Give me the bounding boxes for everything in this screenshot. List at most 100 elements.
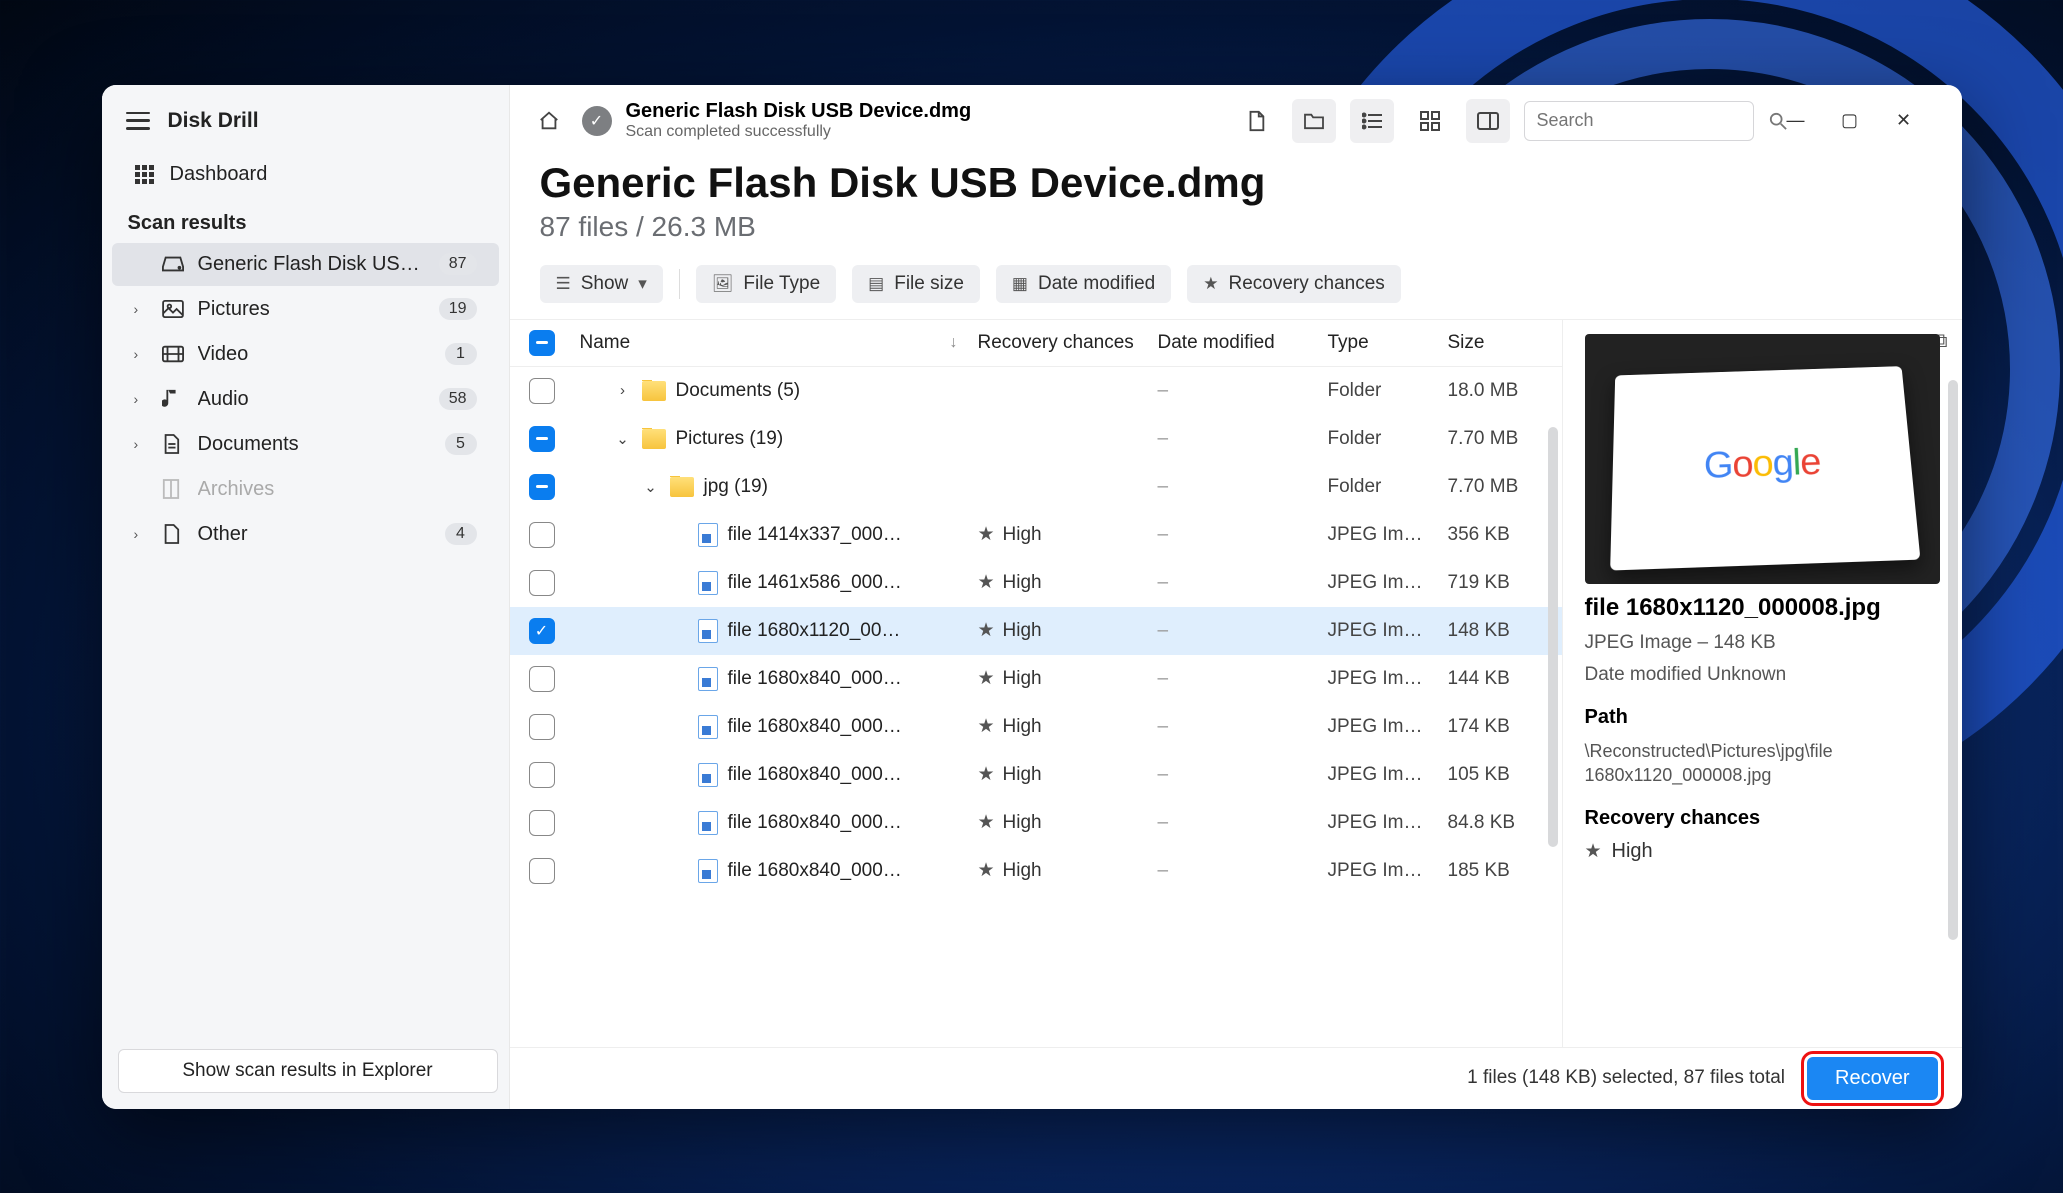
- expand-icon[interactable]: ⌄: [642, 478, 660, 496]
- sidebar-item-generic-flash-disk-usb-d-[interactable]: Generic Flash Disk USB D…87: [112, 243, 499, 286]
- file-name: file 1680x1120_00…: [728, 620, 901, 642]
- video-icon: [162, 345, 184, 363]
- star-icon: ★: [1585, 840, 1602, 863]
- table-row[interactable]: ›Documents (5)–Folder18.0 MB: [510, 367, 1562, 415]
- table-row[interactable]: file 1680x1120_00…★High–JPEG Im…148 KB: [510, 607, 1562, 655]
- topbar-title: Generic Flash Disk USB Device.dmg: [626, 100, 972, 123]
- table-scrollbar[interactable]: [1548, 427, 1558, 847]
- file-type: JPEG Im…: [1318, 860, 1438, 882]
- recovery-chance: High: [1003, 764, 1042, 786]
- row-checkbox[interactable]: [529, 762, 555, 788]
- chip-label: Date modified: [1038, 273, 1155, 295]
- minimize-icon[interactable]: —: [1786, 110, 1806, 131]
- star-icon: ★: [978, 763, 995, 786]
- sidebar-item-other[interactable]: ›Other4: [112, 513, 499, 556]
- file-size: 84.8 KB: [1438, 812, 1558, 834]
- app-title: Disk Drill: [168, 109, 259, 133]
- menu-icon[interactable]: [126, 112, 150, 130]
- sidebar-item-documents[interactable]: ›Documents5: [112, 423, 499, 466]
- table-row[interactable]: file 1461x586_000…★High–JPEG Im…719 KB: [510, 559, 1562, 607]
- folder-icon: [642, 381, 666, 401]
- count-badge: 5: [445, 433, 477, 455]
- recovery-chance: High: [1003, 668, 1042, 690]
- filter-chip-recovery-chances[interactable]: ★Recovery chances: [1187, 265, 1401, 303]
- row-checkbox[interactable]: [529, 618, 555, 644]
- panel-toggle-icon[interactable]: [1466, 99, 1510, 143]
- selection-status: 1 files (148 KB) selected, 87 files tota…: [1467, 1067, 1785, 1089]
- table-row[interactable]: file 1680x840_000…★High–JPEG Im…84.8 KB: [510, 799, 1562, 847]
- col-recovery-chances[interactable]: Recovery chances: [968, 332, 1148, 354]
- row-checkbox[interactable]: [529, 378, 555, 404]
- sidebar-item-audio[interactable]: ›Audio58: [112, 378, 499, 421]
- row-checkbox[interactable]: [529, 570, 555, 596]
- preview-scrollbar[interactable]: [1948, 380, 1958, 940]
- col-size[interactable]: Size: [1438, 332, 1558, 354]
- sidebar-item-label: Archives: [198, 478, 477, 501]
- grid-view-icon[interactable]: [1408, 99, 1452, 143]
- recover-button[interactable]: Recover: [1807, 1057, 1937, 1100]
- preview-rc-value: High: [1612, 840, 1653, 863]
- preview-filename: file 1680x1120_000008.jpg: [1585, 594, 1940, 622]
- table-row[interactable]: file 1680x840_000…★High–JPEG Im…174 KB: [510, 703, 1562, 751]
- star-icon: ★: [978, 715, 995, 738]
- row-checkbox[interactable]: [529, 858, 555, 884]
- row-checkbox[interactable]: [529, 474, 555, 500]
- select-all-checkbox[interactable]: [529, 330, 555, 356]
- show-in-explorer-button[interactable]: Show scan results in Explorer: [118, 1049, 498, 1093]
- table-row[interactable]: file 1414x337_000…★High–JPEG Im…356 KB: [510, 511, 1562, 559]
- file-type: JPEG Im…: [1318, 620, 1438, 642]
- table-row[interactable]: file 1680x840_000…★High–JPEG Im…185 KB: [510, 847, 1562, 895]
- folder-icon[interactable]: [1292, 99, 1336, 143]
- topbar-subtitle: Scan completed successfully: [626, 123, 972, 141]
- search-input[interactable]: [1537, 110, 1769, 131]
- date-modified: –: [1148, 428, 1318, 450]
- list-view-icon[interactable]: [1350, 99, 1394, 143]
- show-chip[interactable]: ☰ Show ▾: [540, 265, 663, 303]
- date-modified: –: [1148, 812, 1318, 834]
- folder-icon: [642, 429, 666, 449]
- sidebar-dashboard[interactable]: Dashboard: [112, 153, 499, 196]
- home-icon[interactable]: [530, 102, 568, 140]
- file-icon: [698, 523, 718, 547]
- preview-panel: ⧉ Google file 1680x1120_000008.jpg JPEG …: [1562, 320, 1962, 1047]
- chevron-right-icon: ›: [134, 301, 148, 317]
- file-size: 148 KB: [1438, 620, 1558, 642]
- col-type[interactable]: Type: [1318, 332, 1438, 354]
- table-row[interactable]: ⌄jpg (19)–Folder7.70 MB: [510, 463, 1562, 511]
- filter-chip-date-modified[interactable]: ▦Date modified: [996, 265, 1171, 303]
- file-type: JPEG Im…: [1318, 764, 1438, 786]
- expand-icon[interactable]: ›: [614, 382, 632, 399]
- file-name: file 1680x840_000…: [728, 716, 902, 738]
- table-row[interactable]: ⌄Pictures (19)–Folder7.70 MB: [510, 415, 1562, 463]
- date-modified: –: [1148, 668, 1318, 690]
- row-checkbox[interactable]: [529, 522, 555, 548]
- filter-chip-file-type[interactable]: 🖼File Type: [696, 265, 836, 303]
- image-icon: 🖼: [712, 274, 734, 294]
- file-icon[interactable]: [1234, 99, 1278, 143]
- col-date-modified[interactable]: Date modified: [1148, 332, 1318, 354]
- filter-chip-file-size[interactable]: ▤File size: [852, 265, 980, 303]
- col-name[interactable]: Name↓: [570, 332, 968, 354]
- search-input-container[interactable]: [1524, 101, 1754, 141]
- sidebar-item-pictures[interactable]: ›Pictures19: [112, 288, 499, 331]
- grid-icon: [134, 164, 156, 184]
- row-checkbox[interactable]: [529, 810, 555, 836]
- sidebar-item-label: Other: [198, 523, 431, 546]
- window-controls: — ▢ ✕: [1768, 110, 1942, 131]
- table-row[interactable]: file 1680x840_000…★High–JPEG Im…144 KB: [510, 655, 1562, 703]
- file-icon: [698, 667, 718, 691]
- row-checkbox[interactable]: [529, 714, 555, 740]
- file-name: file 1461x586_000…: [728, 572, 902, 594]
- expand-icon[interactable]: ⌄: [614, 430, 632, 448]
- row-checkbox[interactable]: [529, 666, 555, 692]
- archive-icon: [162, 478, 184, 500]
- preview-image: Google: [1585, 334, 1940, 584]
- recovery-chance: High: [1003, 572, 1042, 594]
- sidebar-item-video[interactable]: ›Video1: [112, 333, 499, 376]
- table-row[interactable]: file 1680x840_000…★High–JPEG Im…105 KB: [510, 751, 1562, 799]
- close-icon[interactable]: ✕: [1894, 110, 1914, 131]
- date-modified: –: [1148, 524, 1318, 546]
- file-size: 105 KB: [1438, 764, 1558, 786]
- maximize-icon[interactable]: ▢: [1840, 110, 1860, 131]
- row-checkbox[interactable]: [529, 426, 555, 452]
